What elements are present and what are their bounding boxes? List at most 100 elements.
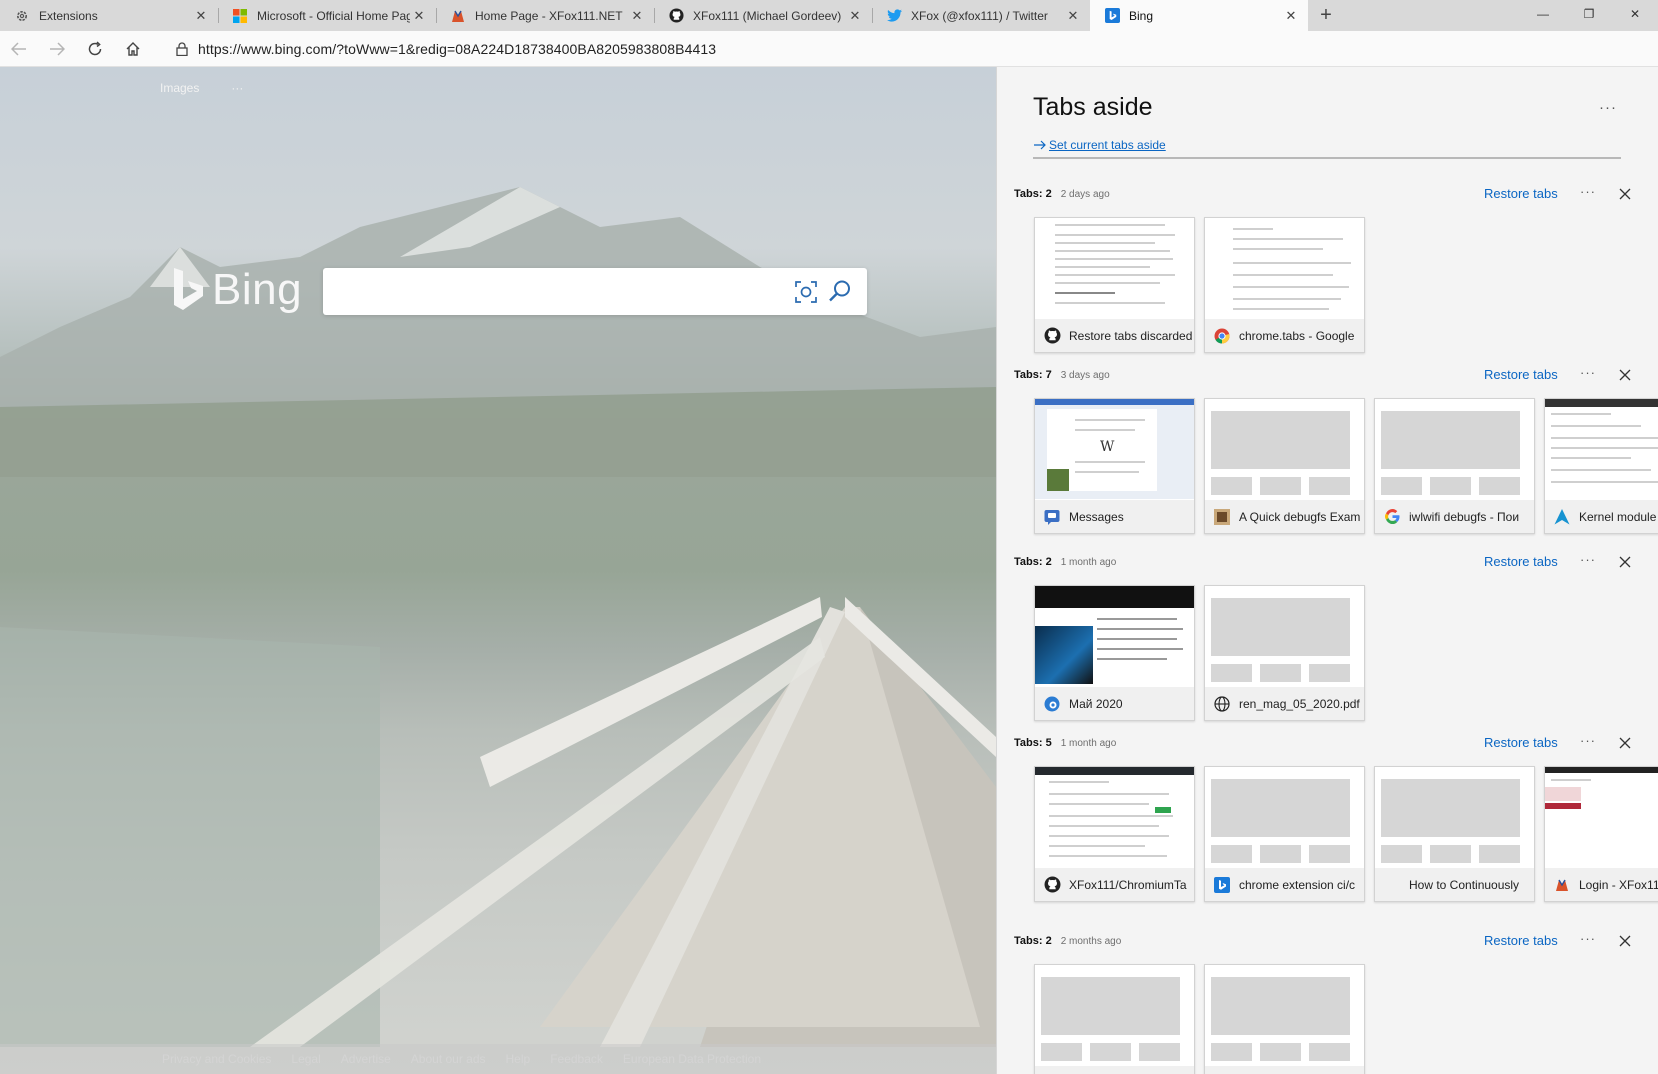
restore-tabs-button[interactable]: Restore tabs <box>1484 186 1558 201</box>
tab-close-icon[interactable]: ✕ <box>846 7 864 25</box>
tab-card-caption: chrome.tabs - Google <box>1205 319 1364 352</box>
tab-twitter[interactable]: XFox (@xfox111) / Twitter ✕ <box>872 0 1090 31</box>
tab-close-icon[interactable]: ✕ <box>628 7 646 25</box>
group-timestamp: 2 months ago <box>1060 935 1122 947</box>
tab-close-icon[interactable]: ✕ <box>1064 7 1082 25</box>
group-count: Tabs: 7 <box>1014 369 1052 381</box>
tab-card[interactable]: Restore tabs discarded <box>1034 217 1195 353</box>
restore-tabs-button[interactable]: Restore tabs <box>1484 933 1558 948</box>
group-more-icon[interactable]: ··· <box>1580 184 1596 199</box>
group-close-icon[interactable] <box>1614 183 1636 205</box>
footer-link[interactable]: Help <box>506 1052 531 1066</box>
restore-tabs-button[interactable]: Restore tabs <box>1484 735 1558 750</box>
footer-link[interactable]: Legal <box>291 1052 320 1066</box>
restore-tabs-button[interactable]: Restore tabs <box>1484 554 1558 569</box>
tab-thumbnail <box>1375 399 1534 499</box>
pane-more-icon[interactable]: ··· <box>1599 99 1617 116</box>
tab-cards: Май 2020 ren_mag_05_2020.pdf <box>1034 585 1365 721</box>
maximize-icon[interactable]: ❐ <box>1566 0 1612 28</box>
article-icon <box>1213 508 1231 526</box>
tab-close-icon[interactable]: ✕ <box>410 7 428 25</box>
tab-group: Tabs: 2 2 months ago Restore tabs ··· <box>1014 930 1658 1074</box>
tab-extensions[interactable]: Extensions ✕ <box>0 0 218 31</box>
bing-footer: Privacy and Cookies Legal Advertise Abou… <box>0 1044 996 1074</box>
group-close-icon[interactable] <box>1614 364 1636 386</box>
new-tab-button[interactable]: + <box>1308 0 1344 31</box>
tab-card[interactable] <box>1204 964 1365 1074</box>
tab-card-title: chrome.tabs - Google <box>1239 328 1355 343</box>
footer-link[interactable]: About our ads <box>411 1052 486 1066</box>
tab-card[interactable]: ren_mag_05_2020.pdf <box>1204 585 1365 721</box>
group-count: Tabs: 5 <box>1014 737 1052 749</box>
search-button[interactable] <box>828 279 852 308</box>
tab-card[interactable]: How to Continuously <box>1374 766 1535 902</box>
tab-group-header: Tabs: 2 2 days ago Restore tabs ··· <box>1014 183 1658 205</box>
group-timestamp: 2 days ago <box>1060 188 1110 200</box>
close-window-icon[interactable]: ✕ <box>1612 0 1658 28</box>
tab-card-caption: Login - XFox111 <box>1545 868 1658 901</box>
github-icon <box>1043 327 1061 345</box>
group-more-icon[interactable]: ··· <box>1580 552 1596 567</box>
visual-search-button[interactable] <box>793 279 819 310</box>
tab-thumbnail <box>1035 586 1194 686</box>
footer-link[interactable]: European Data Protection <box>623 1052 761 1066</box>
address-bar[interactable]: https://www.bing.com/?toWww=1&redig=08A2… <box>176 37 1372 61</box>
tab-title: XFox111 (Michael Gordeev) <box>693 8 842 23</box>
globe-icon <box>1213 695 1231 713</box>
footer-link[interactable]: Advertise <box>341 1052 391 1066</box>
tab-close-icon[interactable]: ✕ <box>192 7 210 25</box>
minimize-icon[interactable]: — <box>1520 0 1566 28</box>
group-close-icon[interactable] <box>1614 732 1636 754</box>
search-input[interactable] <box>323 268 783 315</box>
images-link[interactable]: Images <box>160 81 199 95</box>
forward-button[interactable] <box>38 33 76 65</box>
restore-tabs-button[interactable]: Restore tabs <box>1484 367 1558 382</box>
tab-microsoft[interactable]: Microsoft - Official Home Page ✕ <box>218 0 436 31</box>
tab-card[interactable] <box>1034 964 1195 1074</box>
tab-group: Tabs: 2 1 month ago Restore tabs ··· Май… <box>1014 551 1658 721</box>
tab-github[interactable]: XFox111 (Michael Gordeev) ✕ <box>654 0 872 31</box>
group-close-icon[interactable] <box>1614 930 1636 952</box>
tab-card-caption: Kernel module <box>1545 500 1658 533</box>
home-button[interactable] <box>114 33 152 65</box>
tab-card-title: A Quick debugfs Exam <box>1239 509 1361 524</box>
tab-thumbnail <box>1205 965 1364 1065</box>
tab-card-title: XFox111/ChromiumTa <box>1069 877 1187 892</box>
tab-card[interactable]: Login - XFox111 <box>1544 766 1658 902</box>
back-button[interactable] <box>0 33 38 65</box>
tab-card[interactable]: XFox111/ChromiumTa <box>1034 766 1195 902</box>
tab-card[interactable]: W Messages <box>1034 398 1195 534</box>
tab-card[interactable]: A Quick debugfs Exam <box>1204 398 1365 534</box>
footer-link[interactable]: Feedback <box>550 1052 603 1066</box>
microsoft-logo-icon <box>232 8 248 24</box>
group-timestamp: 1 month ago <box>1060 556 1117 568</box>
tab-close-icon[interactable]: ✕ <box>1282 7 1300 25</box>
tab-title: Extensions <box>39 8 98 23</box>
tab-xfox-home[interactable]: Home Page - XFox111.NET ✕ <box>436 0 654 31</box>
tab-thumbnail <box>1205 218 1364 318</box>
group-more-icon[interactable]: ··· <box>1580 733 1596 748</box>
set-aside-label: Set current tabs aside <box>1049 138 1166 152</box>
group-more-icon[interactable]: ··· <box>1580 931 1596 946</box>
tab-card-caption: A Quick debugfs Exam <box>1205 500 1364 533</box>
tab-card[interactable]: iwlwifi debugfs - Пои <box>1374 398 1535 534</box>
more-nav-link[interactable]: ··· <box>231 81 243 95</box>
xfox-logo-icon <box>1553 876 1571 894</box>
footer-link[interactable]: Privacy and Cookies <box>162 1052 271 1066</box>
group-close-icon[interactable] <box>1614 551 1636 573</box>
tab-card[interactable]: Май 2020 <box>1034 585 1195 721</box>
tab-card[interactable]: chrome extension ci/c <box>1204 766 1365 902</box>
tab-card[interactable]: Kernel module <box>1544 398 1658 534</box>
pane-header: Tabs aside <box>1033 93 1153 122</box>
tab-card[interactable]: chrome.tabs - Google <box>1204 217 1365 353</box>
lock-icon <box>176 42 188 56</box>
group-more-icon[interactable]: ··· <box>1580 365 1596 380</box>
tab-card-title: Messages <box>1069 509 1124 524</box>
arch-icon <box>1553 508 1571 526</box>
url-text[interactable]: https://www.bing.com/?toWww=1&redig=08A2… <box>198 41 716 57</box>
set-current-tabs-aside-link[interactable]: Set current tabs aside <box>1033 138 1166 152</box>
refresh-button[interactable] <box>76 33 114 65</box>
tab-group-header: Tabs: 5 1 month ago Restore tabs ··· <box>1014 732 1658 754</box>
tab-card-caption <box>1035 1066 1194 1074</box>
tab-bing[interactable]: Bing ✕ <box>1090 0 1308 31</box>
